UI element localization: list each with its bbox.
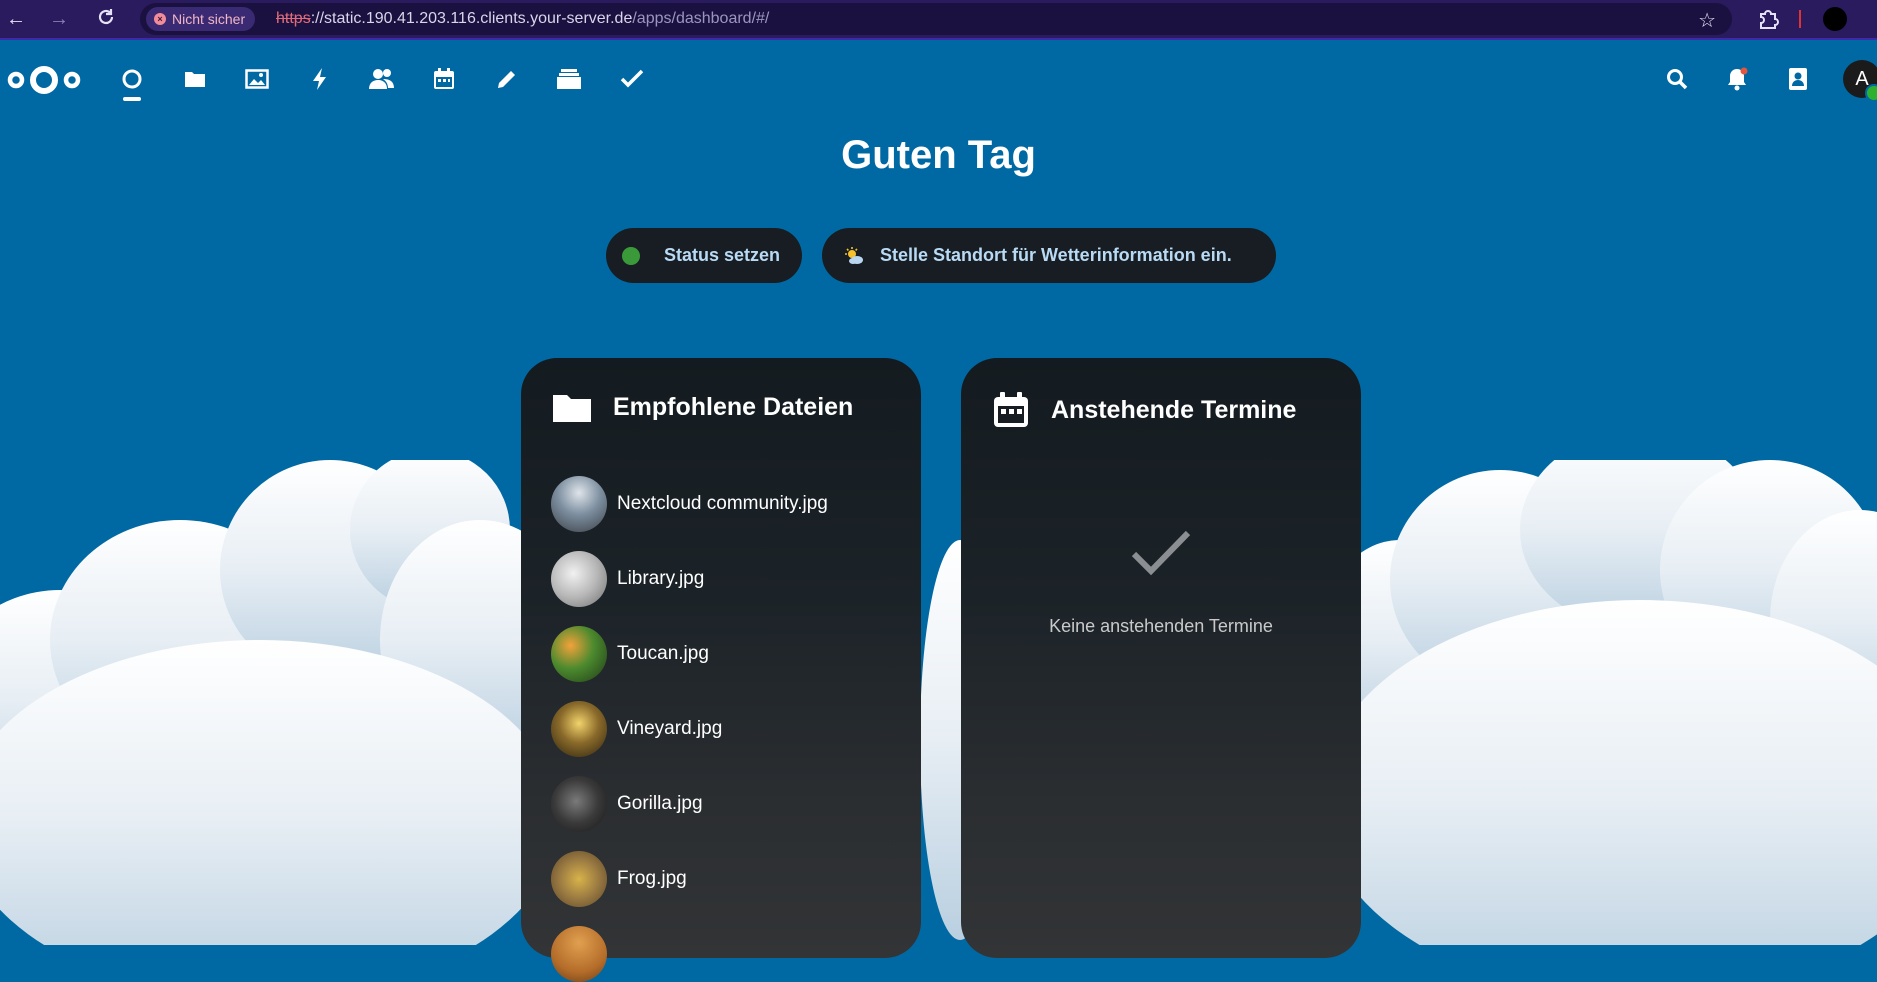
- address-bar[interactable]: × Nicht sicher https://static.190.41.203…: [140, 3, 1732, 35]
- star-icon[interactable]: ☆: [1698, 8, 1716, 33]
- activity-app-icon[interactable]: [305, 64, 335, 94]
- file-thumbnail: [551, 551, 607, 607]
- file-name: Library.jpg: [617, 568, 705, 589]
- profile-icon[interactable]: [1823, 7, 1847, 31]
- security-label: Nicht sicher: [172, 11, 246, 27]
- tasks-app-icon[interactable]: [617, 64, 647, 94]
- notifications-bell-icon[interactable]: [1722, 64, 1752, 94]
- file-name: Frog.jpg: [617, 868, 687, 889]
- cloud-background: [0, 460, 1877, 945]
- notes-app-icon[interactable]: [492, 64, 522, 94]
- warning-icon: ×: [154, 13, 166, 25]
- nextcloud-logo-icon[interactable]: [6, 65, 82, 100]
- online-status-icon: [1865, 84, 1877, 102]
- search-icon[interactable]: [1662, 64, 1692, 94]
- dashboard-app-icon[interactable]: [117, 64, 147, 94]
- back-arrow-icon[interactable]: ←: [4, 7, 28, 31]
- toolbar-divider: [1799, 10, 1801, 28]
- file-item[interactable]: [551, 926, 617, 982]
- file-name: Toucan.jpg: [617, 643, 709, 664]
- file-thumbnail: [551, 701, 607, 757]
- security-indicator[interactable]: × Nicht sicher: [146, 7, 256, 31]
- set-status-label: Status setzen: [664, 245, 781, 265]
- file-thumbnail: [551, 776, 607, 832]
- file-name: Nextcloud community.jpg: [617, 493, 828, 514]
- contacts-app-icon[interactable]: [367, 64, 397, 94]
- file-thumbnail: [551, 626, 607, 682]
- calendar-icon: [993, 392, 1029, 428]
- file-item[interactable]: Frog.jpg: [551, 851, 687, 907]
- reload-icon[interactable]: [94, 7, 118, 31]
- greeting-title: Guten Tag: [841, 133, 1036, 177]
- file-name: Gorilla.jpg: [617, 793, 703, 814]
- checkmark-icon: [1131, 528, 1191, 583]
- recommended-files-widget: Empfohlene Dateien Nextcloud community.j…: [521, 358, 921, 982]
- browser-toolbar: ← → × Nicht sicher https://static.190.41…: [0, 0, 1877, 40]
- file-name: Vineyard.jpg: [617, 718, 723, 739]
- forward-arrow-icon[interactable]: →: [47, 7, 71, 31]
- photos-app-icon[interactable]: [242, 64, 272, 94]
- file-item[interactable]: Nextcloud community.jpg: [551, 476, 828, 532]
- active-app-indicator: [123, 97, 141, 101]
- set-weather-location-label: Stelle Standort für Wetterinformation ei…: [880, 245, 1232, 265]
- file-thumbnail: [551, 851, 607, 907]
- upcoming-events-widget: Anstehende Termine Keine anstehenden Ter…: [961, 358, 1361, 958]
- extensions-icon[interactable]: [1756, 5, 1782, 31]
- folder-icon: [553, 392, 591, 422]
- widget-header: Empfohlene Dateien: [553, 392, 853, 422]
- calendar-app-icon[interactable]: [429, 64, 459, 94]
- file-item[interactable]: Gorilla.jpg: [551, 776, 703, 832]
- file-item[interactable]: Toucan.jpg: [551, 626, 709, 682]
- set-status-button[interactable]: Status setzen: [606, 228, 802, 283]
- url-text[interactable]: https://static.190.41.203.116.clients.yo…: [276, 10, 769, 28]
- set-weather-location-button[interactable]: Stelle Standort für Wetterinformation ei…: [822, 228, 1276, 283]
- files-app-icon[interactable]: [180, 64, 210, 94]
- deck-app-icon[interactable]: [554, 64, 584, 94]
- file-item[interactable]: Library.jpg: [551, 551, 704, 607]
- online-status-icon: [622, 246, 640, 265]
- widget-title: Empfohlene Dateien: [613, 392, 854, 421]
- file-item[interactable]: Vineyard.jpg: [551, 701, 722, 757]
- widget-header: Anstehende Termine: [993, 392, 1296, 428]
- empty-state-text: Keine anstehenden Termine: [1049, 616, 1273, 636]
- contacts-menu-icon[interactable]: [1783, 64, 1813, 94]
- file-thumbnail: [551, 926, 607, 982]
- app-header: [0, 40, 1877, 120]
- widget-title: Anstehende Termine: [1051, 395, 1297, 424]
- sun-cloud-icon: [844, 246, 864, 265]
- file-thumbnail: [551, 476, 607, 532]
